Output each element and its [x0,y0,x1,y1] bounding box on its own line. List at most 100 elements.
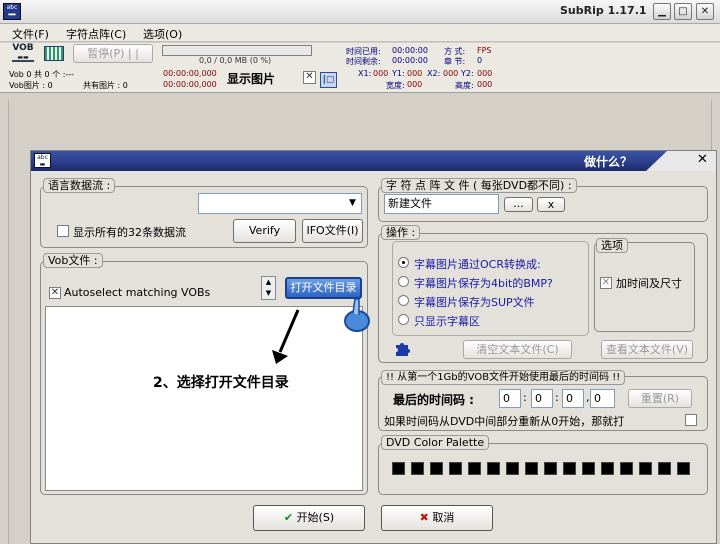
timecode-hours[interactable]: 0 [499,389,521,408]
vob-spinner[interactable]: ▲ ▼ [261,276,276,300]
clear-text-button[interactable]: 清空文本文件(C) [463,340,572,359]
timecode-millis[interactable]: 0 [590,389,615,408]
film-icon[interactable] [44,46,64,61]
vob-icon[interactable]: VOB ▬▬ [12,44,34,62]
language-select[interactable]: ▼ [198,193,362,214]
dialog-title: 做什么？ [584,155,633,169]
subrip-window: abc ▬▬ SubRip 1.17.1 ▁ □ ✕ 文件(F) 字符点阵(C) … [0,0,720,544]
last-timecode-label: 最后的时间码 : [393,393,474,407]
charmap-clear-button[interactable]: x [537,197,565,212]
palette-swatch[interactable] [601,462,614,475]
palette-swatch[interactable] [430,462,443,475]
time1: 00:00:00,000 [163,69,217,78]
maximize-icon[interactable]: □ [674,3,692,20]
timecode-sep1: : [523,391,527,404]
elapsed-value: 00:00:00 [392,46,428,55]
app-icon[interactable]: abc ▬▬ [3,3,21,20]
palette-swatch[interactable] [582,462,595,475]
minimize-icon[interactable]: ▁ [653,3,671,20]
ocr-radio[interactable] [398,257,409,268]
add-time-checkbox[interactable]: ✕ [600,277,612,289]
pointer-arrow-icon [272,309,300,364]
palette-swatch[interactable] [411,462,424,475]
show-picture-checkbox[interactable]: ✕ [303,71,316,84]
operations-group-label: 操作 : [381,225,421,240]
bmp-radio-label: 字幕图片保存为4bit的BMP? [414,277,553,290]
cancel-button[interactable]: ✖ 取消 [381,505,493,531]
timecode-seconds[interactable]: 0 [562,389,584,408]
palette-swatch[interactable] [677,462,690,475]
palette-swatch[interactable] [449,462,462,475]
vob-list[interactable] [45,306,363,491]
y1-value: 000 [407,69,423,78]
x1-label: X1: [358,69,372,78]
pause-button[interactable]: 暂停(P) | | [73,44,153,63]
total-pictures: 共有图片 : 0 [83,81,128,90]
x2-value: 000 [443,69,459,78]
palette-swatch[interactable] [468,462,481,475]
cancel-x-icon: ✖ [419,511,429,524]
charmap-browse-button[interactable]: ... [504,197,533,212]
show-picture-label: 显示图片 [227,72,276,86]
palette-swatch[interactable] [620,462,633,475]
start-button-label: 开始(S) [296,511,335,524]
palette-swatch[interactable] [658,462,671,475]
autoselect-checkbox[interactable]: ✕ [49,287,61,299]
height-label: 高度: [455,81,474,90]
timecode-sep2: : [555,391,559,404]
height-value: 000 [477,80,493,89]
palette-group-label: DVD Color Palette [381,435,490,450]
ocr-radio-label: 字幕图片通过OCR转换成: [414,258,541,271]
menu-options[interactable]: 选项(O) [143,26,182,42]
timecode-group-label: !! 从第一个1Gb的VOB文件开始使用最后的时间码 !! [381,370,626,385]
palette-swatch[interactable] [639,462,652,475]
hand-cursor-icon [344,298,370,332]
start-button[interactable]: ✔ 开始(S) [253,505,365,531]
sup-radio-label: 字幕图片保存为SUP文件 [414,296,535,309]
remaining-value: 00:00:00 [392,56,428,65]
verify-button[interactable]: Verify [233,219,296,243]
toolbar-top: VOB ▬▬ 暂停(P) | | 0,0 / 0,0 MB (0 %) 时间已用:… [0,43,720,66]
restart-timecode-checkbox[interactable] [685,414,697,426]
subtitle-area-radio[interactable] [398,314,409,325]
x2-label: X2: [427,69,441,78]
y2-value: 000 [477,69,493,78]
palette-swatch[interactable] [506,462,519,475]
sup-radio[interactable] [398,295,409,306]
toolbar-status: Vob 0 共 0 个 :--- Vob图片 : 0 共有图片 : 0 00:0… [0,65,720,93]
palette-swatch[interactable] [392,462,405,475]
width-value: 000 [407,80,423,89]
progress-bar [162,45,312,56]
charmap-group-label: 字 符 点 阵 文 件 ( 每张DVD都不同) : [381,178,577,193]
cancel-button-label: 取消 [432,511,455,524]
palette-swatch[interactable] [487,462,500,475]
bmp-radio[interactable] [398,276,409,287]
palette-swatch[interactable] [544,462,557,475]
dialog-title-bar: abc ▬ 做什么？ ✕ [31,151,716,171]
close-icon[interactable]: ✕ [696,3,714,20]
menu-file[interactable]: 文件(F) [12,26,49,42]
menu-charmap[interactable]: 字符点阵(C) [66,26,126,42]
dialog-app-icon: abc ▬ [34,153,51,168]
region-icon[interactable]: |▢ [320,72,337,88]
charmap-file-field[interactable]: 新建文件 [384,194,499,214]
x1-value: 000 [373,69,389,78]
reset-button[interactable]: 重置(R) [628,389,692,408]
vob-group-label: Vob文件 : [43,253,103,268]
language-group-label: 语言数据流 : [43,178,116,193]
puzzle-icon [396,343,410,356]
timecode-sep3: , [586,391,590,404]
width-label: 宽度: [386,81,405,90]
y1-label: Y1: [392,69,405,78]
vob-pictures: Vob图片 : 0 [9,81,53,90]
show-all-streams-checkbox[interactable] [57,225,69,237]
chevron-down-icon[interactable]: ▼ [345,195,360,212]
ifo-file-button[interactable]: IFO文件(I) [302,219,363,243]
palette-swatch[interactable] [525,462,538,475]
timecode-minutes[interactable]: 0 [531,389,553,408]
instruction-annotation: 2、选择打开文件目录 [153,375,289,391]
checkmark-icon: ✔ [283,511,294,524]
view-text-button[interactable]: 查看文本文件(V) [601,340,693,359]
palette-swatch[interactable] [563,462,576,475]
dialog-close-icon[interactable]: ✕ [697,152,708,167]
